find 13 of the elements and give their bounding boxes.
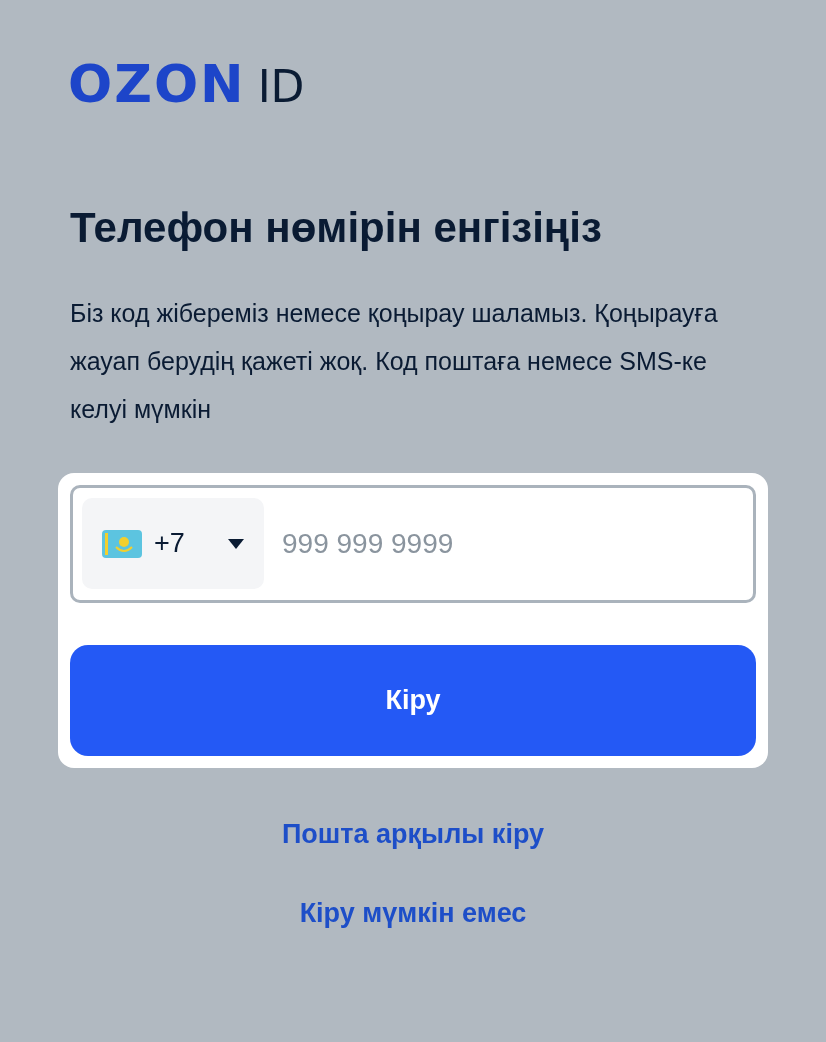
logo-suffix: ID (257, 65, 305, 109)
text-link[interactable]: Кіру мүмкін емес (299, 897, 527, 931)
caret-icon (228, 538, 244, 549)
flag-icon (102, 529, 142, 558)
page-heading: Телефон нөмірін енгізіңіз (69, 203, 603, 253)
description-text: Біз код жібереміз немесе қоңырау шаламыз. Қоңырауға жауап берудің қажеті жоқ. Код поштаға немесе SMS-ке келуі мүмкін (69, 297, 719, 425)
phone-field[interactable]: +7 999 999 9999 (70, 484, 756, 603)
submit-button[interactable]: Кіру (70, 644, 756, 756)
logo-wordmark: OZON (68, 58, 246, 110)
phone-input[interactable]: 999 999 9999 (282, 522, 744, 565)
country-code: +7 (154, 527, 185, 561)
text-link[interactable]: Пошта арқылы кіру (281, 817, 545, 852)
country-selector[interactable]: +7 (82, 498, 264, 589)
